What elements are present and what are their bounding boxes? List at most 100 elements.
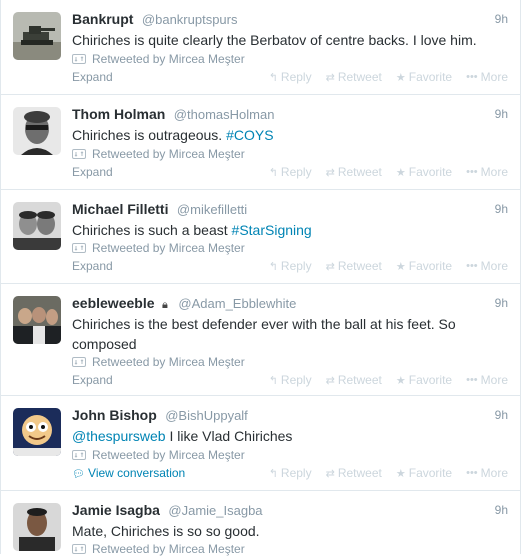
retweet-label: Retweet xyxy=(337,165,382,179)
more-button[interactable]: ••• More xyxy=(466,70,508,84)
avatar[interactable] xyxy=(13,408,61,456)
reply-button[interactable]: ↰ Reply xyxy=(269,70,312,84)
tweet-text-part: Chiriches is such a beast xyxy=(72,222,232,238)
tweet-timestamp[interactable]: 9h xyxy=(495,503,508,517)
reply-label: Reply xyxy=(280,259,312,273)
more-dots-icon: ••• xyxy=(466,166,478,178)
expand-link[interactable]: Expand xyxy=(72,259,113,273)
reply-button[interactable]: ↰ Reply xyxy=(269,373,312,387)
retweet-button[interactable]: ⇄ Retweet xyxy=(326,165,382,179)
reply-label: Reply xyxy=(280,70,312,84)
more-dots-icon: ••• xyxy=(466,467,478,479)
retweeted-by-label[interactable]: Retweeted by Mircea Meşter xyxy=(92,241,245,255)
tweet-header: Bankrupt @bankruptspurs xyxy=(72,11,508,29)
reply-label: Reply xyxy=(280,165,312,179)
retweet-button[interactable]: ⇄ Retweet xyxy=(326,373,382,387)
user-handle[interactable]: @Adam_Ebblewhite xyxy=(178,296,296,311)
user-handle[interactable]: @BishUppyalf xyxy=(165,408,248,423)
tweet-item[interactable]: Thom Holman @thomasHolman 9h Chiriches i… xyxy=(1,95,520,190)
reply-button[interactable]: ↰ Reply xyxy=(269,165,312,179)
tweet-footer: Expand ↰ Reply ⇄ Retweet ★ Favorite ••• More xyxy=(72,70,508,84)
star-icon: ★ xyxy=(395,260,406,273)
retweeted-by-label[interactable]: Retweeted by Mircea Meşter xyxy=(92,448,245,462)
retweeted-by: Retweeted by Mircea Meşter xyxy=(72,52,245,66)
view-conversation-link[interactable]: 💬︎ View conversation xyxy=(72,466,185,480)
tweet-item[interactable]: John Bishop @BishUppyalf 9h @thespursweb… xyxy=(1,396,520,491)
more-label: More xyxy=(480,466,508,480)
tweet-actions: ↰ Reply ⇄ Retweet ★ Favorite ••• More xyxy=(255,259,508,273)
avatar[interactable] xyxy=(13,107,61,155)
tweet-header: Michael Filletti @mikefilletti xyxy=(72,201,508,219)
view-conversation-label: View conversation xyxy=(88,466,186,480)
hashtag-link[interactable]: #StarSigning xyxy=(232,222,312,238)
user-handle[interactable]: @mikefilletti xyxy=(177,202,247,217)
more-button[interactable]: ••• More xyxy=(466,259,508,273)
tweet-timestamp[interactable]: 9h xyxy=(495,107,508,121)
favorite-button[interactable]: ★ Favorite xyxy=(396,466,452,480)
retweet-button[interactable]: ⇄ Retweet xyxy=(326,259,382,273)
tweet-actions: ↰ Reply ⇄ Retweet ★ Favorite ••• More xyxy=(255,373,508,387)
tweet-timestamp[interactable]: 9h xyxy=(495,408,508,422)
expand-link[interactable]: Expand xyxy=(72,70,113,84)
more-button[interactable]: ••• More xyxy=(466,165,508,179)
favorite-button[interactable]: ★ Favorite xyxy=(396,165,452,179)
reply-label: Reply xyxy=(280,373,312,387)
favorite-button[interactable]: ★ Favorite xyxy=(396,373,452,387)
reply-icon: ↰ xyxy=(268,260,278,273)
tweet-text: Chiriches is such a beast #StarSigning xyxy=(72,220,500,240)
tweet-timestamp[interactable]: 9h xyxy=(495,202,508,216)
favorite-label: Favorite xyxy=(408,373,453,387)
tweet-item[interactable]: Michael Filletti @mikefilletti 9h Chiric… xyxy=(1,190,520,284)
user-name[interactable]: eebleweeble xyxy=(72,295,155,311)
star-icon: ★ xyxy=(395,374,406,387)
more-button[interactable]: ••• More xyxy=(466,373,508,387)
retweet-icon xyxy=(72,357,86,367)
more-dots-icon: ••• xyxy=(466,260,478,272)
avatar[interactable] xyxy=(13,202,61,250)
retweeted-by-label[interactable]: Retweeted by Mircea Meşter xyxy=(92,147,245,161)
user-handle[interactable]: @thomasHolman xyxy=(174,107,275,122)
tweet-footer: Expand ↰ Reply ⇄ Retweet ★ Favorite ••• More xyxy=(72,165,508,179)
retweeted-by-label[interactable]: Retweeted by Mircea Meşter xyxy=(92,355,245,369)
retweet-icon xyxy=(72,243,86,253)
mention-link[interactable]: @thespursweb xyxy=(72,428,166,444)
retweet-button[interactable]: ⇄ Retweet xyxy=(326,466,382,480)
tweet-header: John Bishop @BishUppyalf xyxy=(72,407,508,425)
retweet-label: Retweet xyxy=(337,373,382,387)
star-icon: ★ xyxy=(395,467,406,480)
avatar[interactable] xyxy=(13,503,61,551)
user-handle[interactable]: @Jamie_Isagba xyxy=(168,503,262,518)
user-name[interactable]: John Bishop xyxy=(72,407,157,423)
user-name[interactable]: Bankrupt xyxy=(72,11,133,27)
tweet-item[interactable]: Jamie Isagba @Jamie_Isagba 9h Mate, Chir… xyxy=(1,491,520,556)
favorite-button[interactable]: ★ Favorite xyxy=(396,70,452,84)
star-icon: ★ xyxy=(395,71,406,84)
tweet-timestamp[interactable]: 9h xyxy=(495,296,508,310)
tweet-text: Mate, Chiriches is so so good. xyxy=(72,521,500,541)
tweet-item[interactable]: eebleweeble 🔒︎ @Adam_Ebblewhite 9h Chiri… xyxy=(1,284,520,396)
retweet-button[interactable]: ⇄ Retweet xyxy=(326,70,382,84)
tweet-timestamp[interactable]: 9h xyxy=(495,12,508,26)
tweet-text-part: I like Vlad Chiriches xyxy=(165,428,293,444)
avatar[interactable] xyxy=(13,12,61,60)
expand-link[interactable]: Expand xyxy=(72,373,113,387)
tweet-item[interactable]: Bankrupt @bankruptspurs 9h Chiriches is … xyxy=(1,0,520,95)
user-name[interactable]: Jamie Isagba xyxy=(72,502,160,518)
retweeted-by: Retweeted by Mircea Meşter xyxy=(72,241,245,255)
retweet-label: Retweet xyxy=(337,466,382,480)
reply-button[interactable]: ↰ Reply xyxy=(269,466,312,480)
user-handle[interactable]: @bankruptspurs xyxy=(142,12,238,27)
retweet-label: Retweet xyxy=(337,70,382,84)
retweet-icon: ⇄ xyxy=(325,374,335,387)
tweet-text: @thespursweb I like Vlad Chiriches xyxy=(72,426,500,446)
expand-link[interactable]: Expand xyxy=(72,165,113,179)
reply-button[interactable]: ↰ Reply xyxy=(269,259,312,273)
user-name[interactable]: Thom Holman xyxy=(72,106,165,122)
user-name[interactable]: Michael Filletti xyxy=(72,201,168,217)
retweeted-by-label[interactable]: Retweeted by Mircea Meşter xyxy=(92,52,245,66)
hashtag-link[interactable]: #COYS xyxy=(226,127,273,143)
retweeted-by: Retweeted by Mircea Meşter xyxy=(72,448,245,462)
avatar[interactable] xyxy=(13,296,61,344)
favorite-button[interactable]: ★ Favorite xyxy=(396,259,452,273)
more-button[interactable]: ••• More xyxy=(466,466,508,480)
